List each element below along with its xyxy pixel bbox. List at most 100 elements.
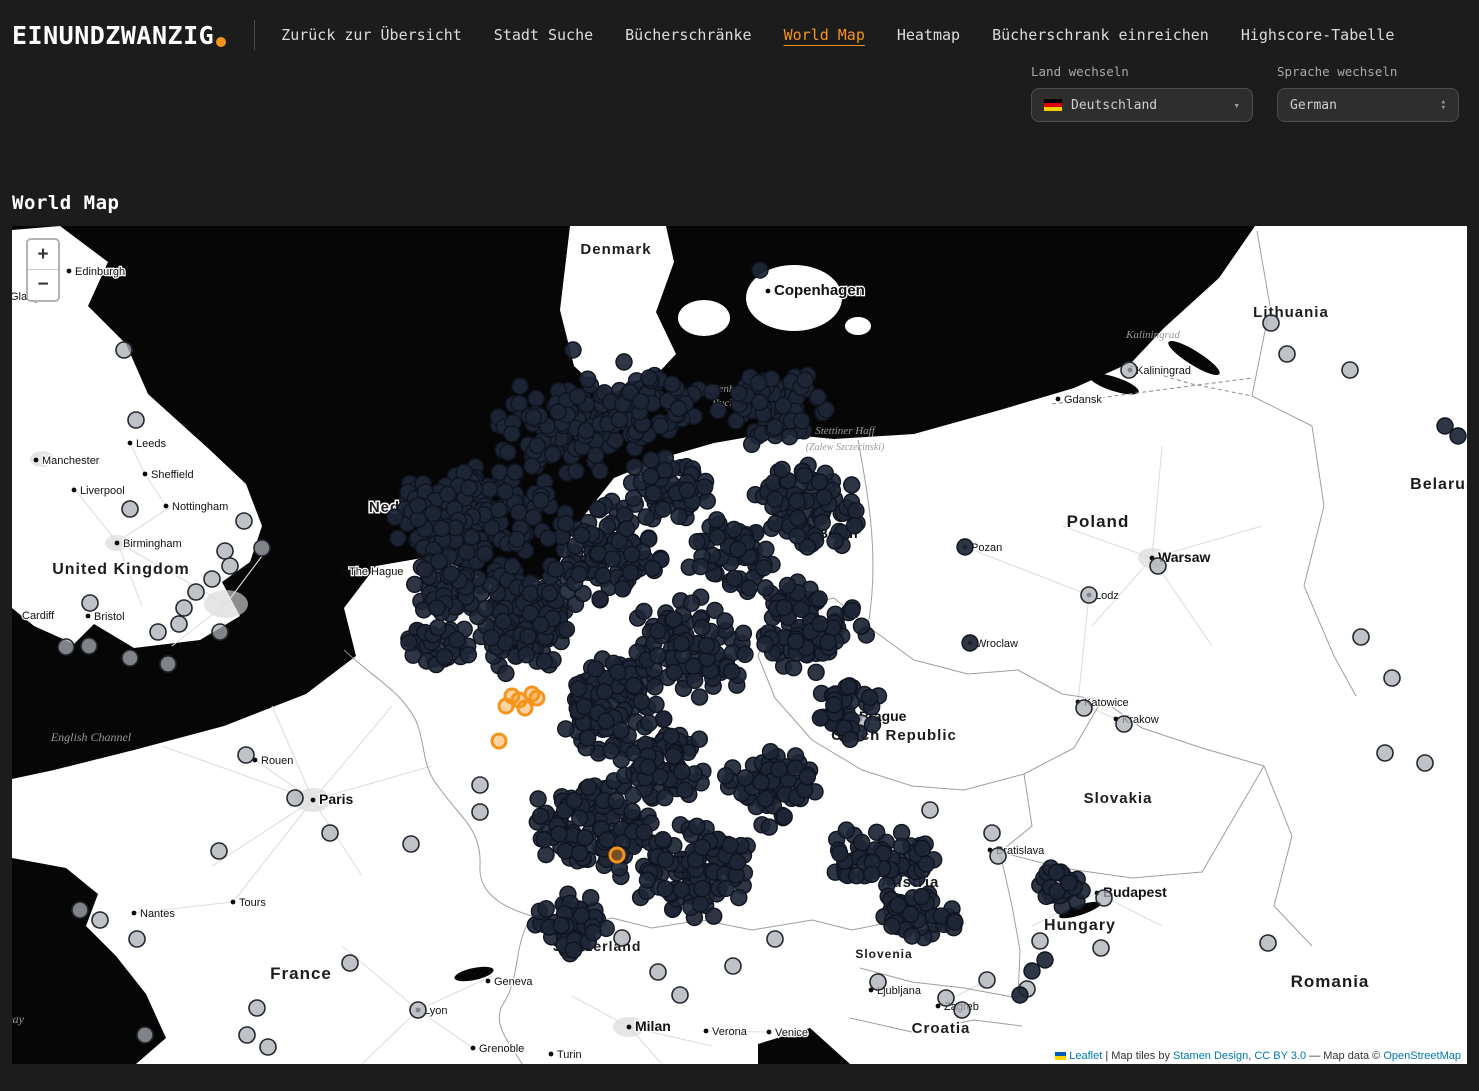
bookcase-marker[interactable] — [570, 388, 586, 404]
bookcase-marker[interactable] — [718, 880, 734, 896]
bookcase-marker[interactable] — [633, 393, 649, 409]
bookcase-marker[interactable] — [249, 1000, 265, 1016]
bookcase-marker[interactable] — [790, 510, 806, 526]
bookcase-marker[interactable] — [1032, 933, 1048, 949]
bookcase-marker[interactable] — [808, 664, 824, 680]
bookcase-marker[interactable] — [694, 881, 710, 897]
bookcase-marker[interactable] — [664, 376, 680, 392]
bookcase-marker[interactable] — [666, 748, 682, 764]
bookcase-marker[interactable] — [615, 581, 631, 597]
bookcase-marker[interactable] — [671, 508, 687, 524]
bookcase-marker[interactable] — [687, 672, 703, 688]
bookcase-marker[interactable] — [342, 955, 358, 971]
bookcase-marker[interactable] — [116, 342, 132, 358]
bookcase-marker[interactable] — [387, 509, 403, 525]
bookcase-marker[interactable] — [1450, 428, 1466, 444]
bookcase-marker[interactable] — [793, 601, 809, 617]
bookcase-marker[interactable] — [797, 468, 813, 484]
bookcase-marker[interactable] — [782, 429, 798, 445]
bookcase-marker[interactable] — [812, 474, 828, 490]
bookcase-marker[interactable] — [497, 484, 513, 500]
bookcase-marker[interactable] — [522, 586, 538, 602]
bookcase-marker[interactable] — [677, 782, 693, 798]
bookcase-marker[interactable] — [592, 591, 608, 607]
bookcase-marker[interactable] — [585, 925, 601, 941]
bookcase-marker[interactable] — [694, 839, 710, 855]
bookcase-marker[interactable] — [436, 649, 452, 665]
bookcase-marker[interactable] — [410, 1002, 426, 1018]
bookcase-marker[interactable] — [491, 502, 507, 518]
bookcase-marker[interactable] — [614, 930, 630, 946]
bookcase-marker[interactable] — [812, 710, 828, 726]
bookcase-marker[interactable] — [650, 964, 666, 980]
bookcase-marker[interactable] — [460, 647, 476, 663]
bookcase-marker[interactable] — [904, 928, 920, 944]
bookcase-marker[interactable] — [477, 546, 493, 562]
bookcase-marker[interactable] — [648, 697, 664, 713]
bookcase-marker[interactable] — [844, 603, 860, 619]
bookcase-marker[interactable] — [92, 912, 108, 928]
bookcase-marker[interactable] — [722, 837, 738, 853]
bookcase-marker[interactable] — [619, 521, 635, 537]
bookcase-marker[interactable] — [122, 501, 138, 517]
bookcase-marker[interactable] — [542, 585, 558, 601]
bookcase-marker-highlight[interactable] — [505, 689, 519, 703]
bookcase-marker[interactable] — [1353, 629, 1369, 645]
bookcase-marker[interactable] — [812, 616, 828, 632]
bookcase-marker[interactable] — [623, 565, 639, 581]
bookcase-marker[interactable] — [464, 529, 480, 545]
bookcase-marker[interactable] — [449, 632, 465, 648]
bookcase-marker[interactable] — [592, 463, 608, 479]
bookcase-marker[interactable] — [507, 464, 523, 480]
bookcase-marker[interactable] — [524, 458, 540, 474]
bookcase-marker[interactable] — [775, 398, 791, 414]
bookcase-marker[interactable] — [729, 854, 745, 870]
bookcase-marker[interactable] — [129, 931, 145, 947]
bookcase-marker[interactable] — [624, 803, 640, 819]
bookcase-marker[interactable] — [1076, 700, 1092, 716]
bookcase-marker[interactable] — [1384, 670, 1400, 686]
bookcase-marker[interactable] — [572, 845, 588, 861]
bookcase-marker[interactable] — [638, 509, 654, 525]
bookcase-marker[interactable] — [827, 533, 843, 549]
bookcase-marker[interactable] — [528, 391, 544, 407]
bookcase-marker[interactable] — [472, 777, 488, 793]
bookcase-marker[interactable] — [580, 371, 596, 387]
bookcase-marker[interactable] — [581, 779, 597, 795]
bookcase-marker[interactable] — [583, 890, 599, 906]
bookcase-marker[interactable] — [641, 370, 657, 386]
bookcase-marker[interactable] — [504, 426, 520, 442]
bookcase-marker[interactable] — [685, 658, 701, 674]
bookcase-marker[interactable] — [735, 625, 751, 641]
bookcase-marker[interactable] — [150, 624, 166, 640]
bookcase-marker[interactable] — [260, 1039, 276, 1055]
bookcase-marker[interactable] — [481, 481, 497, 497]
bookcase-marker[interactable] — [533, 808, 549, 824]
bookcase-marker[interactable] — [636, 824, 652, 840]
bookcase-marker[interactable] — [820, 634, 836, 650]
bookcase-marker[interactable] — [538, 901, 554, 917]
bookcase-marker[interactable] — [979, 972, 995, 988]
bookcase-marker[interactable] — [674, 764, 690, 780]
bookcase-marker[interactable] — [789, 493, 805, 509]
bookcase-marker[interactable] — [922, 802, 938, 818]
bookcase-marker[interactable] — [699, 638, 715, 654]
bookcase-marker[interactable] — [894, 838, 910, 854]
bookcase-marker[interactable] — [767, 419, 783, 435]
bookcase-marker[interactable] — [761, 819, 777, 835]
bookcase-marker[interactable] — [641, 715, 657, 731]
ccby-link[interactable]: CC BY 3.0 — [1254, 1050, 1306, 1062]
nav-link[interactable]: Bücherschränke — [625, 26, 751, 44]
bookcase-marker[interactable] — [548, 561, 564, 577]
bookcase-marker[interactable] — [483, 630, 499, 646]
bookcase-marker[interactable] — [780, 577, 796, 593]
bookcase-marker[interactable] — [653, 418, 669, 434]
bookcase-marker[interactable] — [884, 918, 900, 934]
bookcase-marker[interactable] — [655, 832, 671, 848]
bookcase-marker[interactable] — [767, 931, 783, 947]
bookcase-marker[interactable] — [849, 868, 865, 884]
bookcase-marker[interactable] — [674, 882, 690, 898]
bookcase-marker[interactable] — [160, 656, 176, 672]
bookcase-marker[interactable] — [666, 611, 682, 627]
bookcase-marker[interactable] — [710, 403, 726, 419]
